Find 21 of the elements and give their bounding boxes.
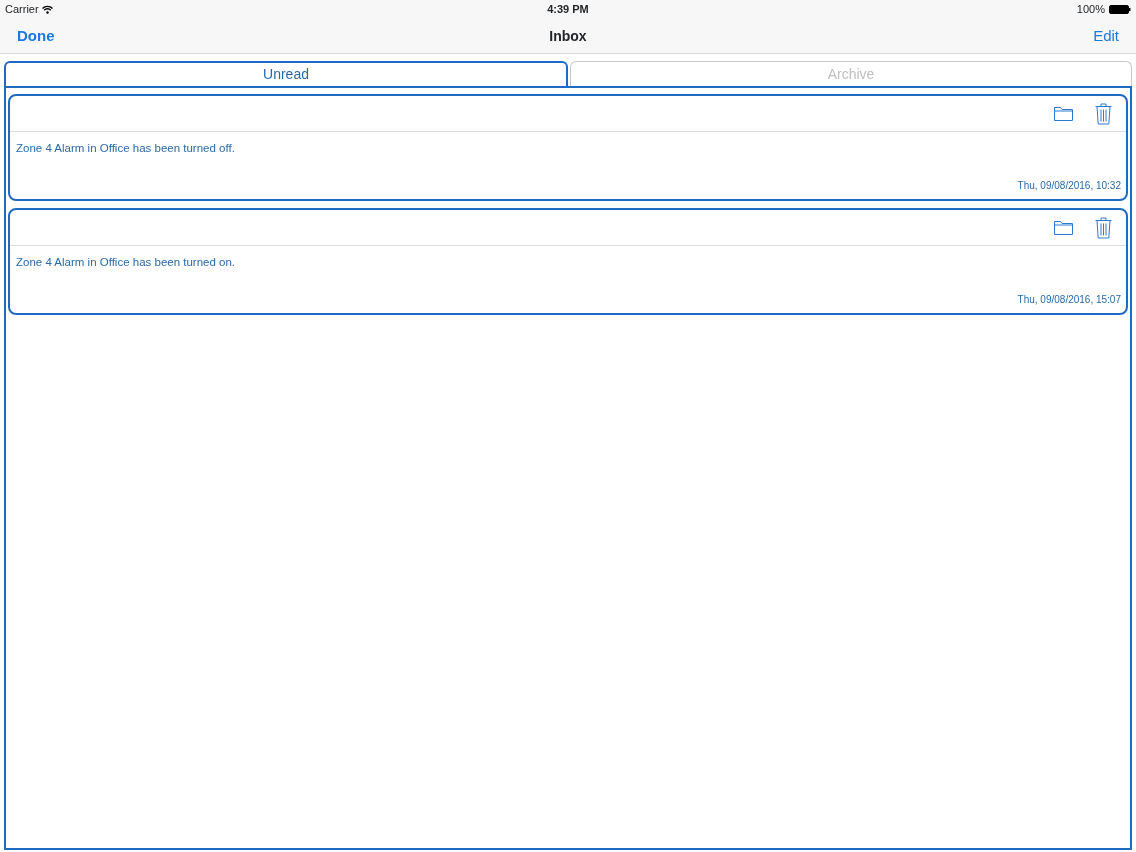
delete-button[interactable]	[1095, 216, 1112, 239]
battery-percent: 100%	[1076, 1, 1105, 17]
edit-button[interactable]: Edit	[1093, 24, 1119, 47]
tab[interactable]: Unread	[4, 61, 568, 86]
carrier-label: Carrier	[5, 2, 39, 15]
message-date: Thu, 09/08/2016, 10:32	[1016, 179, 1122, 193]
delete-button[interactable]	[1095, 102, 1112, 125]
folder-icon	[1054, 106, 1073, 121]
message-date: Thu, 09/08/2016, 15:07	[1016, 293, 1122, 307]
message-text: Zone 4 Alarm in Office has been turned on.	[15, 255, 237, 270]
battery-icon	[1109, 4, 1131, 14]
done-button[interactable]: Done	[17, 24, 55, 47]
trash-icon	[1095, 102, 1112, 125]
archive-button[interactable]	[1054, 220, 1073, 235]
message-text: Zone 4 Alarm in Office has been turned off.	[15, 141, 236, 156]
clock-time: 4:39 PM	[547, 2, 589, 15]
screen-title: Inbox	[549, 27, 587, 44]
folder-icon	[1054, 220, 1073, 235]
trash-icon	[1095, 216, 1112, 239]
wifi-icon	[41, 5, 53, 15]
archive-button[interactable]	[1054, 106, 1073, 121]
